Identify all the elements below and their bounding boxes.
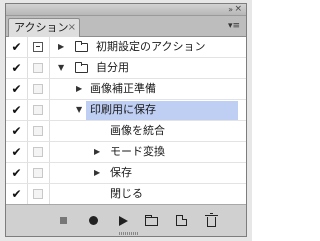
list-item[interactable]: ✔ ▼ 印刷用に保存 [6, 100, 246, 121]
check-icon[interactable]: ✔ [6, 121, 28, 141]
list-item[interactable]: ✔ ▶ モード変換 [6, 142, 246, 163]
record-icon [88, 216, 98, 225]
check-icon[interactable]: ✔ [6, 142, 28, 162]
collapsed-triangle-icon[interactable]: ▶ [76, 79, 82, 99]
collapsed-triangle-icon[interactable]: ▶ [94, 142, 100, 162]
dialog-toggle[interactable] [28, 121, 50, 141]
panel-footer [6, 204, 246, 236]
new-set-button[interactable] [144, 214, 158, 228]
collapsed-triangle-icon[interactable]: ▶ [94, 163, 100, 183]
collapse-icon[interactable]: » [228, 4, 233, 15]
dialog-icon [33, 147, 43, 157]
list-item[interactable]: ✔ 閉じる [6, 184, 246, 205]
dialog-icon [33, 42, 43, 52]
collapsed-triangle-icon[interactable]: ▶ [58, 37, 64, 57]
list-item[interactable]: ✔ 画像を統合 [6, 121, 246, 142]
dialog-toggle[interactable] [28, 100, 50, 120]
dialog-toggle[interactable] [28, 79, 50, 99]
check-icon[interactable]: ✔ [6, 184, 28, 204]
check-icon[interactable]: ✔ [6, 58, 28, 78]
folder-icon [75, 41, 88, 52]
play-button[interactable] [116, 214, 130, 228]
dialog-icon [33, 168, 43, 178]
list-item[interactable]: ✔ ▶ 初期設定のアクション [6, 37, 246, 58]
dialog-toggle[interactable] [28, 163, 50, 183]
check-icon[interactable]: ✔ [6, 79, 28, 99]
resize-grip[interactable] [119, 232, 139, 235]
list-item-label: 画像を統合 [110, 124, 165, 137]
tab-label: アクション [14, 21, 69, 34]
new-action-icon [175, 215, 187, 226]
actions-list: ✔ ▶ 初期設定のアクション ✔ ▼ 自分用 ✔ ▶ 画像補正準備 ✔ ▼ 印刷用に保存 ✔ 画像を統合 ✔… [6, 37, 246, 205]
dialog-icon [33, 126, 43, 136]
dialog-toggle[interactable] [28, 58, 50, 78]
list-item-label: 保存 [110, 166, 132, 179]
close-icon[interactable]: × [234, 4, 242, 15]
list-item-label: モード変換 [110, 145, 165, 158]
expanded-triangle-icon[interactable]: ▼ [58, 58, 64, 78]
list-item-label: 印刷用に保存 [90, 103, 156, 116]
actions-panel: » × アクション × ▾≡ ✔ ▶ 初期設定のアクション ✔ ▼ 自分用 ✔ ▶ 画像補正準備… [5, 3, 247, 237]
stop-button[interactable] [56, 214, 70, 228]
dialog-icon [33, 189, 43, 199]
play-icon [118, 216, 128, 226]
expanded-triangle-icon[interactable]: ▼ [76, 100, 82, 120]
list-item-label: 閉じる [110, 187, 143, 200]
dialog-toggle[interactable] [28, 37, 50, 57]
dialog-icon [33, 105, 43, 115]
folder-icon [75, 62, 88, 73]
list-item[interactable]: ✔ ▶ 画像補正準備 [6, 79, 246, 100]
list-item-label: 画像補正準備 [90, 82, 156, 95]
list-item[interactable]: ✔ ▶ 保存 [6, 163, 246, 184]
delete-button[interactable] [204, 213, 218, 228]
window-frame: » × アクション × ▾≡ ✔ ▶ 初期設定のアクション ✔ ▼ 自分用 ✔ ▶ 画像補正準備… [0, 0, 252, 241]
panel-menu-icon[interactable]: ▾≡ [228, 20, 242, 32]
dialog-icon [33, 84, 43, 94]
folder-icon [144, 215, 158, 226]
tab-close-icon[interactable]: × [68, 19, 76, 37]
record-button[interactable] [86, 214, 100, 228]
check-icon[interactable]: ✔ [6, 100, 28, 120]
trash-icon [204, 213, 218, 227]
panel-titlebar[interactable]: » × [6, 4, 246, 16]
list-item-label: 自分用 [96, 61, 129, 74]
stop-icon [59, 217, 67, 224]
tab-actions[interactable]: アクション × [8, 18, 80, 38]
tab-row: アクション × ▾≡ [6, 16, 246, 38]
dialog-icon [33, 63, 43, 73]
check-icon[interactable]: ✔ [6, 37, 28, 57]
check-icon[interactable]: ✔ [6, 163, 28, 183]
dialog-toggle[interactable] [28, 184, 50, 204]
dialog-toggle[interactable] [28, 142, 50, 162]
list-item-label: 初期設定のアクション [96, 40, 206, 53]
list-item[interactable]: ✔ ▼ 自分用 [6, 58, 246, 79]
new-action-button[interactable] [174, 214, 188, 228]
